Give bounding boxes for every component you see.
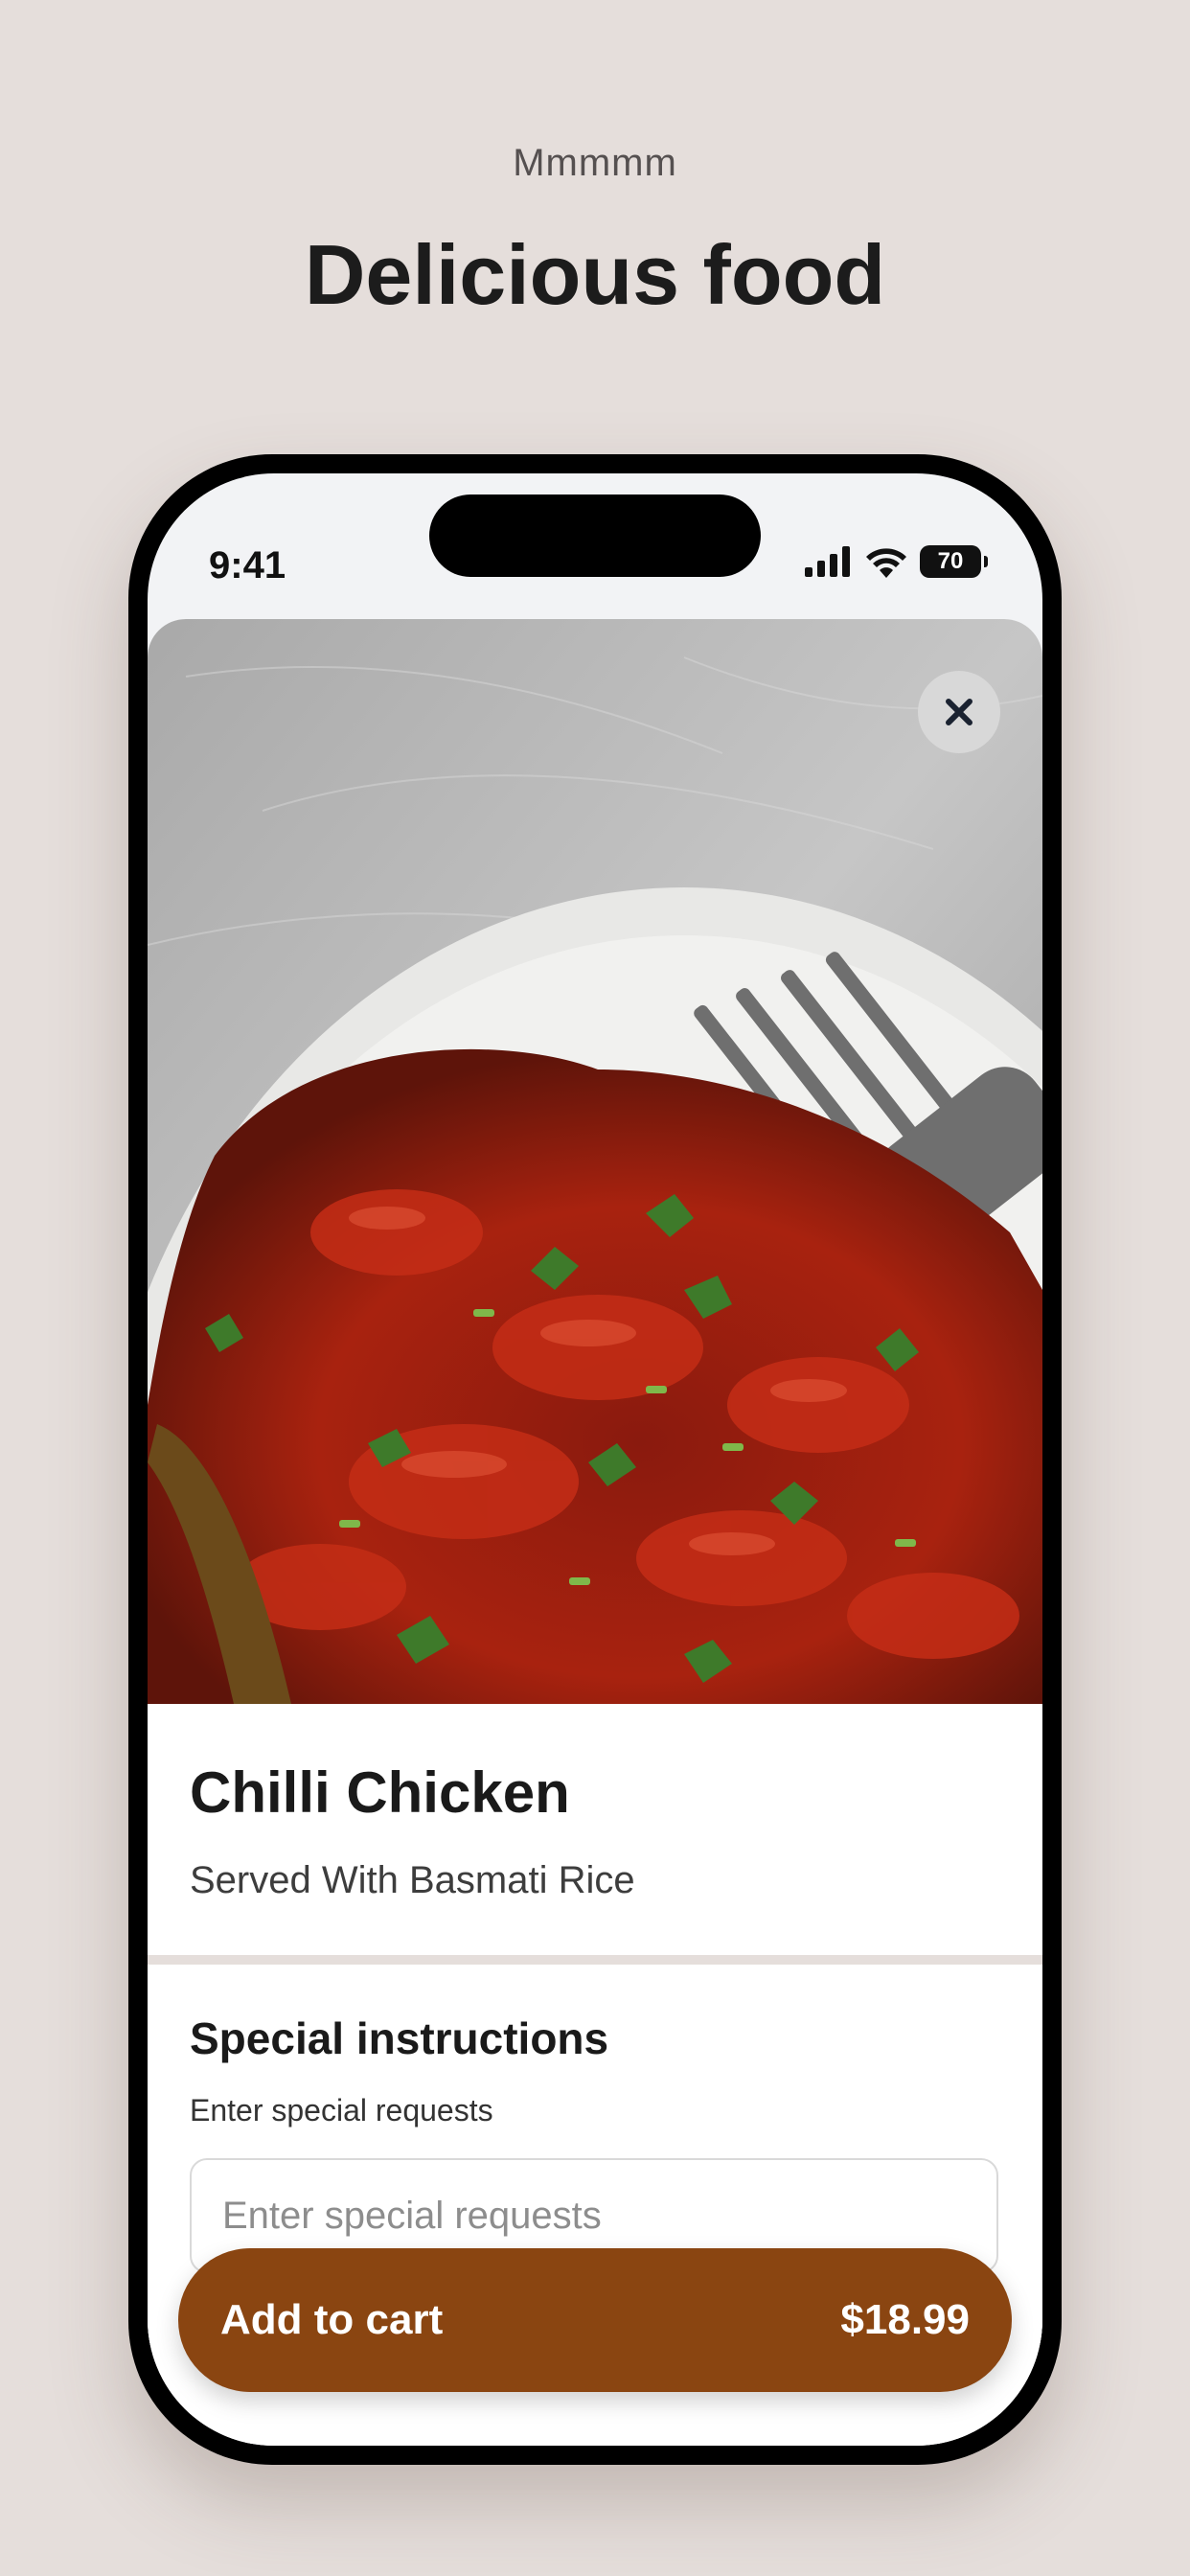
status-bar: 9:41 70 xyxy=(148,473,1042,617)
cart-price: $18.99 xyxy=(840,2296,970,2343)
item-subtitle: Served With Basmati Rice xyxy=(190,1859,635,1901)
status-time: 9:41 xyxy=(209,544,286,586)
battery-icon: 70 xyxy=(920,545,988,578)
section-divider xyxy=(148,1955,1042,1965)
phone-screen: 9:41 70 Chilli Chicken Served With Basma… xyxy=(148,473,1042,2446)
special-instructions-label: Enter special requests xyxy=(190,2093,493,2128)
phone-frame: 9:41 70 Chilli Chicken Served With Basma… xyxy=(128,454,1062,2465)
status-icons: 70 xyxy=(805,533,988,590)
add-to-cart-label: Add to cart xyxy=(220,2296,444,2343)
close-button[interactable] xyxy=(918,671,1000,753)
chilli-chicken-photo xyxy=(148,619,1042,1704)
close-icon xyxy=(946,699,973,725)
page-headline: Delicious food xyxy=(304,227,886,322)
wifi-icon xyxy=(866,548,906,578)
eyebrow-text: Mmmmm xyxy=(513,142,677,184)
signal-icon xyxy=(805,546,850,577)
dynamic-island xyxy=(429,494,761,577)
add-to-cart-button[interactable]: Add to cart $18.99 xyxy=(178,2248,1012,2392)
item-detail-sheet: Chilli Chicken Served With Basmati Rice … xyxy=(148,619,1042,2446)
item-title: Chilli Chicken xyxy=(190,1760,570,1825)
special-instructions-title: Special instructions xyxy=(190,2013,609,2063)
item-info: Chilli Chicken Served With Basmati Rice xyxy=(148,1704,1042,1955)
